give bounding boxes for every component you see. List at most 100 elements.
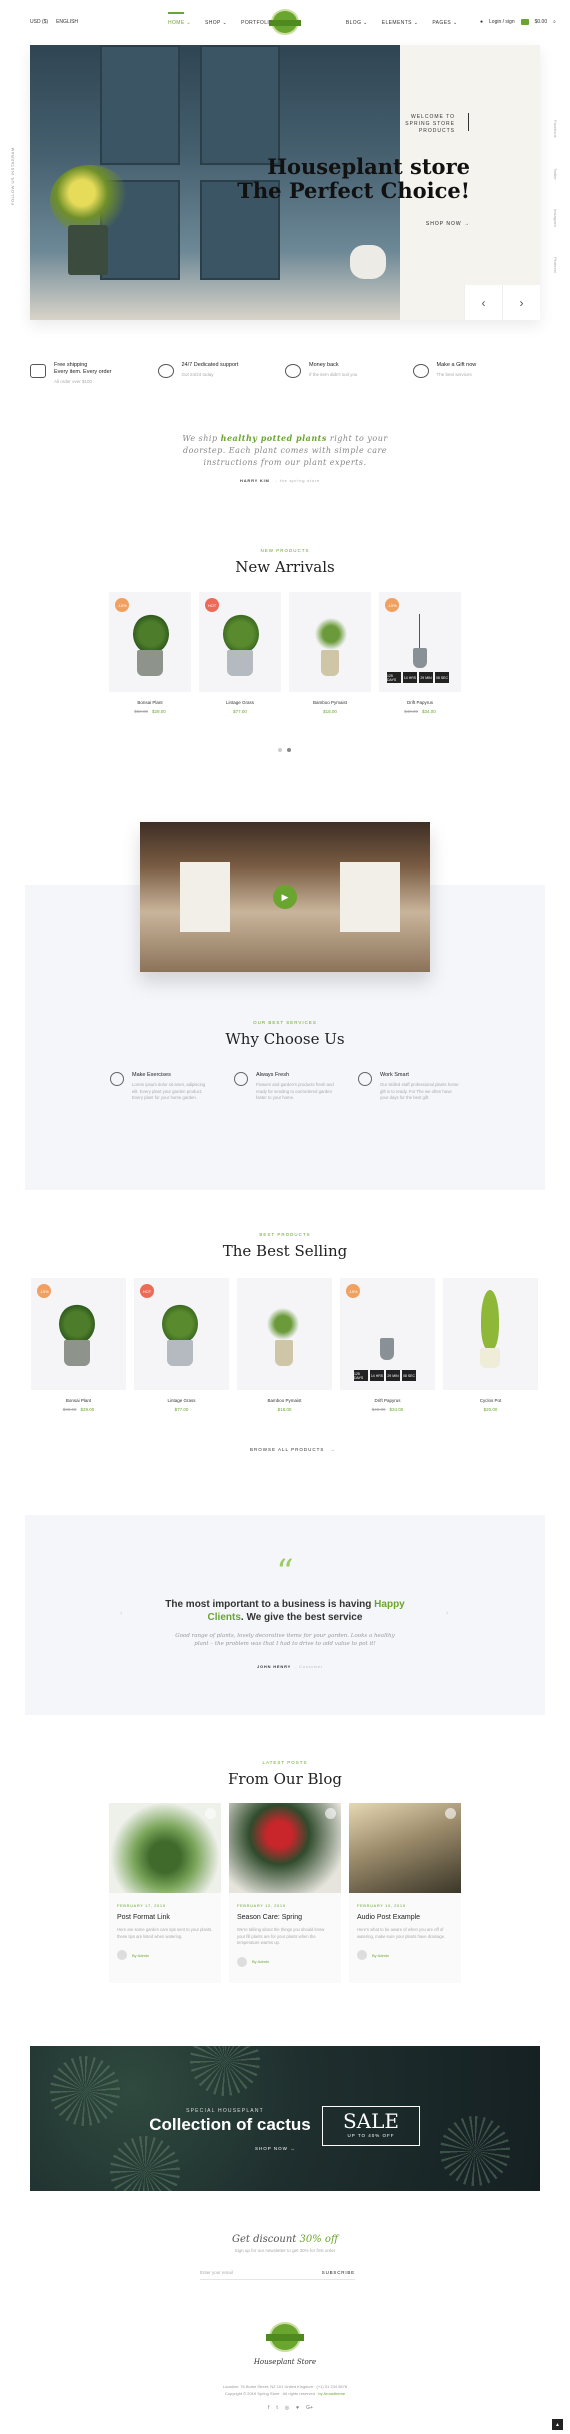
pine-needles-image [440,2116,510,2186]
intro-signature: HARRY KIM - the spring store [240,478,320,483]
blog-title[interactable]: Post Format Link [117,1914,213,1921]
search-icon[interactable]: ⌕ [553,19,556,25]
social-facebook[interactable]: Facebook [553,120,558,138]
nav-shop[interactable]: SHOP ⌄ [205,20,227,26]
exercise-icon [110,1072,124,1086]
countdown-days: 125 DAYS [354,1370,368,1381]
product-name[interactable]: Bamboo Pymaist [237,1398,332,1403]
testimonial-prev-button[interactable]: ‹ [120,1610,122,1617]
pot-image [68,225,108,275]
footer-logo[interactable] [266,2322,304,2352]
facebook-icon[interactable]: f [268,2405,269,2411]
nav-pages[interactable]: PAGES ⌄ [432,20,457,26]
product-card[interactable]: Cyclos Pot $20.00 [443,1278,538,1412]
cart-icon[interactable] [520,19,529,25]
blog-author: By Admin [357,1950,453,1960]
author-link[interactable]: By Admin [372,1953,389,1958]
copyright-brand-link[interactable]: by Arrowtheme [318,2391,345,2396]
social-instagram[interactable]: Instagram [553,209,558,227]
site-logo[interactable] [269,9,301,35]
product-image[interactable] [443,1278,538,1390]
pot-image [480,1348,500,1368]
carousel-dot-active[interactable] [287,748,291,752]
social-twitter[interactable]: Twitter [553,168,558,180]
product-image[interactable]: -15% 125 DAYS 14 HRS 29 MIN 08 SEC [340,1278,435,1390]
google-plus-icon[interactable]: G+ [306,2405,313,2411]
login-link[interactable]: Login / sign [489,19,515,25]
product-card[interactable]: -15% Bonsai Plant $60.00 $29.00 [109,592,191,714]
product-image[interactable]: HOT [134,1278,229,1390]
play-icon[interactable]: ▶ [273,885,297,909]
nav-blog[interactable]: BLOG ⌄ [346,20,368,26]
back-to-top-button[interactable]: ▲ [552,2419,563,2430]
product-card[interactable]: -15% 125 DAYS 14 HRS 29 MIN 08 SEC Drift… [379,592,461,714]
social-pinterest[interactable]: Pinterest [553,257,558,273]
hero-shop-button[interactable]: SHOP NOW → [390,221,470,227]
product-image[interactable]: -15% [31,1278,126,1390]
product-name[interactable]: Lintage Grass [134,1398,229,1403]
subscribe-button[interactable]: SUBSCRIBE [322,2270,355,2275]
carousel-dot[interactable] [278,748,282,752]
browse-all-link[interactable]: BROWSE ALL PRODUCTS → [250,1447,336,1452]
blog-image[interactable] [109,1803,221,1893]
pinterest-icon[interactable]: ♥ [296,2405,299,2411]
blog-image[interactable] [229,1803,341,1893]
blog-title[interactable]: Audio Post Example [357,1914,453,1921]
email-input[interactable]: Enter your email [200,2270,233,2275]
blog-card[interactable]: FEBRUARY 12, 2019 Season Care: Spring We… [229,1803,341,1983]
phone-icon [157,364,174,378]
currency-switch[interactable]: USD ($) [30,19,48,25]
user-icon[interactable]: ● [480,19,483,25]
nav-elements[interactable]: ELEMENTS ⌄ [382,20,419,26]
product-price: $20.00 [443,1407,538,1412]
product-card[interactable]: HOT Lintage Grass $77.00 [199,592,281,714]
product-card[interactable]: Bamboo Pymaist $18.00 [237,1278,332,1412]
best-selling-title: The Best Selling [222,1242,348,1260]
countdown-hours: 14 HRS [403,672,417,683]
product-card[interactable]: HOT Lintage Grass $77.00 [134,1278,229,1412]
why-item-title: Work Smart [380,1072,409,1078]
video-thumbnail[interactable]: ▶ [140,822,430,972]
blog-date: FEBRUARY 17, 2019 [117,1903,166,1908]
product-card[interactable]: Bamboo Pymaist $18.00 [289,592,371,714]
countdown-minutes: 29 MIN [386,1370,400,1381]
product-image[interactable]: -15% [109,592,191,692]
door-panel [200,45,280,165]
blog-card[interactable]: FEBRUARY 17, 2019 Post Format Link Here … [109,1803,221,1983]
sale-box-title: SALE [342,2109,400,2133]
blog-title[interactable]: Season Care: Spring [237,1914,333,1921]
twitter-icon[interactable]: t [276,2405,277,2411]
product-card[interactable]: -15% 125 DAYS 14 HRS 29 MIN 08 SEC Drift… [340,1278,435,1412]
side-social-left[interactable]: FOLLOW US INSTAGRAM [10,147,15,205]
new-price: $29.00 [152,709,166,714]
hero-next-button[interactable]: › [502,285,540,320]
product-image[interactable]: -15% 125 DAYS 14 HRS 29 MIN 08 SEC [379,592,461,692]
product-name[interactable]: Bamboo Pymaist [289,700,371,705]
blog-card[interactable]: FEBRUARY 10, 2019 Audio Post Example Her… [349,1803,461,1983]
hero-prev-button[interactable]: ‹ [464,285,502,320]
why-item-desc: Flowers and garden's products fresh and … [256,1082,334,1100]
footer-copyright: Copyright © 2019 Spring Store · All righ… [0,2390,570,2397]
product-name[interactable]: Lintage Grass [199,700,281,705]
blog-image[interactable] [349,1803,461,1893]
product-image[interactable]: HOT [199,592,281,692]
nav-home[interactable]: HOME ⌄ [168,20,191,26]
product-image[interactable] [237,1278,332,1390]
money-icon [285,364,301,378]
product-image[interactable] [289,592,371,692]
author-link[interactable]: By Admin [252,1959,269,1964]
sale-shop-button[interactable]: SHOP NOW → [255,2146,296,2151]
instagram-icon[interactable]: ◎ [285,2405,289,2411]
avatar [237,1956,247,1967]
product-name[interactable]: Cyclos Pot [443,1398,538,1403]
testimonial-next-button[interactable]: › [446,1610,448,1617]
product-card[interactable]: -15% Bonsai Plant $60.00 $29.00 [31,1278,126,1412]
product-name[interactable]: Drift Papyrus [340,1398,435,1403]
product-price: $18.00 [289,709,371,714]
language-switch[interactable]: ENGLISH [56,19,78,25]
product-name[interactable]: Bonsai Plant [31,1398,126,1403]
product-name[interactable]: Drift Papyrus [379,700,461,705]
blog-author: By Admin [117,1950,213,1960]
author-link[interactable]: By Admin [132,1953,149,1958]
product-name[interactable]: Bonsai Plant [109,700,191,705]
